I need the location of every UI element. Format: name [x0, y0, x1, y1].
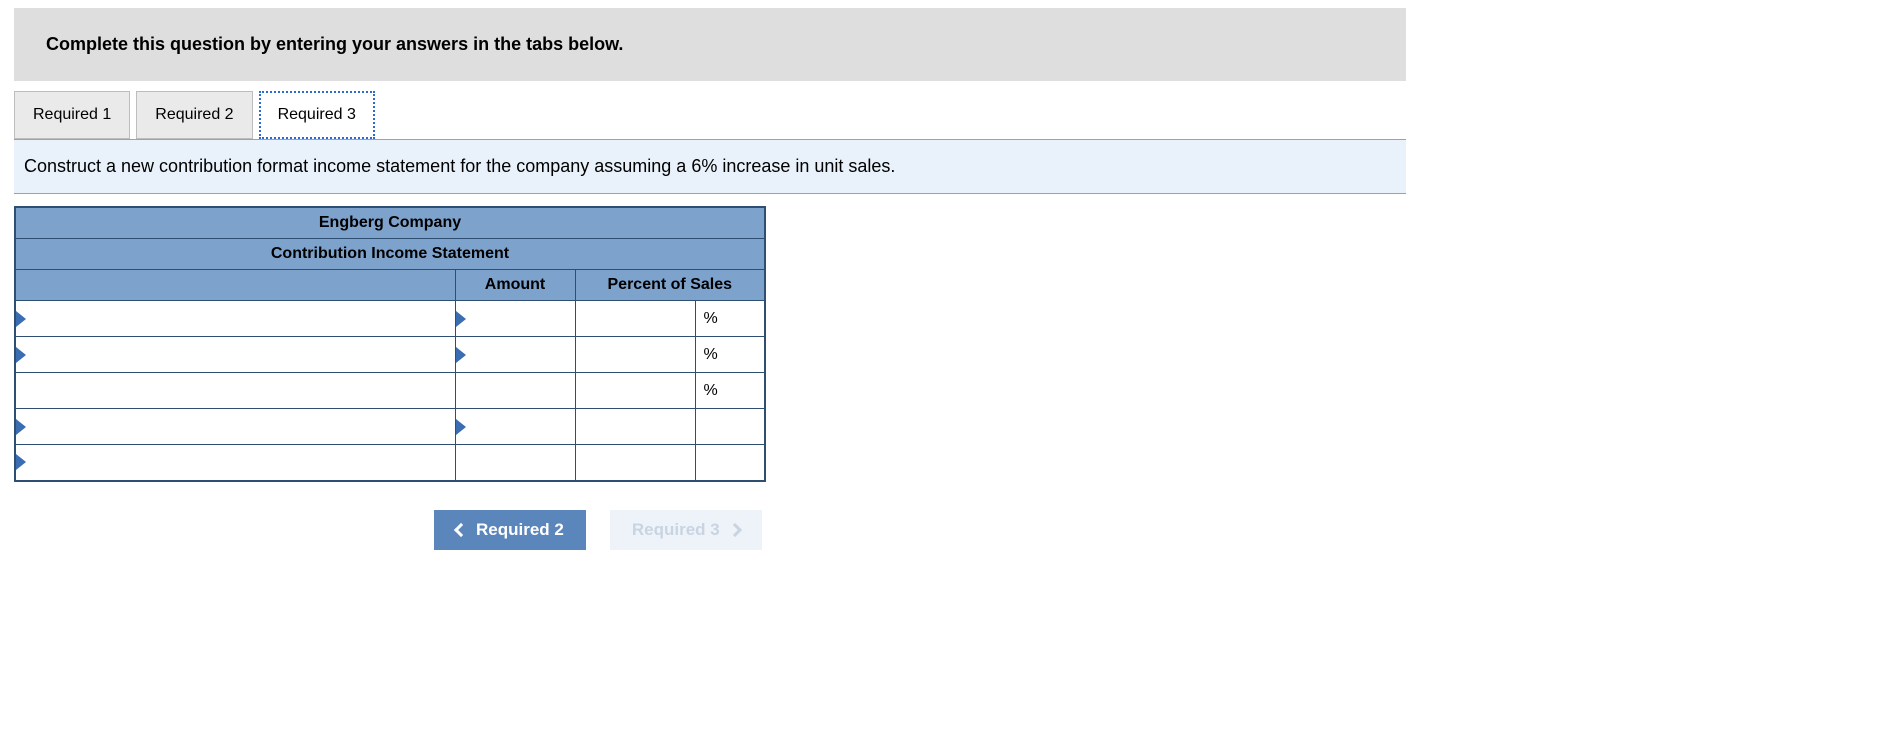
prev-button[interactable]: Required 2 — [434, 510, 586, 550]
nav-row: Required 2 Required 3 — [14, 510, 1406, 550]
row-percent-input[interactable] — [576, 301, 695, 336]
table-row: % — [15, 337, 765, 373]
table-row — [15, 409, 765, 445]
income-statement-table: Engberg Company Contribution Income Stat… — [14, 206, 766, 482]
row-percent-input[interactable] — [576, 445, 695, 480]
table-row: % — [15, 373, 765, 409]
row-label-input[interactable] — [16, 409, 455, 444]
row-label-input[interactable] — [16, 301, 455, 336]
row-label-input[interactable] — [16, 337, 455, 372]
col-header-percent: Percent of Sales — [575, 270, 765, 301]
col-header-blank — [15, 270, 455, 301]
question-panel: Construct a new contribution format inco… — [14, 139, 1406, 194]
tab-required-2[interactable]: Required 2 — [136, 91, 252, 139]
percent-symbol: % — [695, 301, 765, 337]
tab-required-1[interactable]: Required 1 — [14, 91, 130, 139]
question-text: Construct a new contribution format inco… — [24, 156, 895, 176]
next-button[interactable]: Required 3 — [610, 510, 762, 550]
row-percent-input[interactable] — [576, 337, 695, 372]
percent-symbol — [695, 409, 765, 445]
percent-symbol: % — [695, 373, 765, 409]
row-amount-input[interactable] — [456, 373, 575, 408]
row-amount-input[interactable] — [456, 409, 575, 444]
chevron-right-icon — [728, 522, 742, 536]
instruction-bar: Complete this question by entering your … — [14, 8, 1406, 81]
row-label-input[interactable] — [16, 373, 455, 408]
worksheet: Engberg Company Contribution Income Stat… — [14, 206, 1406, 482]
row-label-input[interactable] — [16, 445, 455, 480]
question-container: Complete this question by entering your … — [0, 0, 1420, 550]
chevron-left-icon — [454, 522, 468, 536]
table-row — [15, 445, 765, 481]
row-percent-input[interactable] — [576, 409, 695, 444]
row-amount-input[interactable] — [456, 301, 575, 336]
tab-label: Required 1 — [33, 106, 111, 123]
row-amount-input[interactable] — [456, 445, 575, 480]
table-title-company: Engberg Company — [15, 207, 765, 239]
col-header-amount: Amount — [455, 270, 575, 301]
instruction-text: Complete this question by entering your … — [46, 34, 623, 54]
tab-required-3[interactable]: Required 3 — [259, 91, 375, 139]
tab-label: Required 3 — [278, 106, 356, 123]
tab-label: Required 2 — [155, 106, 233, 123]
percent-symbol — [695, 445, 765, 481]
prev-button-label: Required 2 — [476, 520, 564, 540]
table-row: % — [15, 301, 765, 337]
percent-symbol: % — [695, 337, 765, 373]
table-title-statement: Contribution Income Statement — [15, 239, 765, 270]
row-amount-input[interactable] — [456, 337, 575, 372]
tabs-row: Required 1 Required 2 Required 3 — [0, 91, 1420, 139]
row-percent-input[interactable] — [576, 373, 695, 408]
next-button-label: Required 3 — [632, 520, 720, 540]
